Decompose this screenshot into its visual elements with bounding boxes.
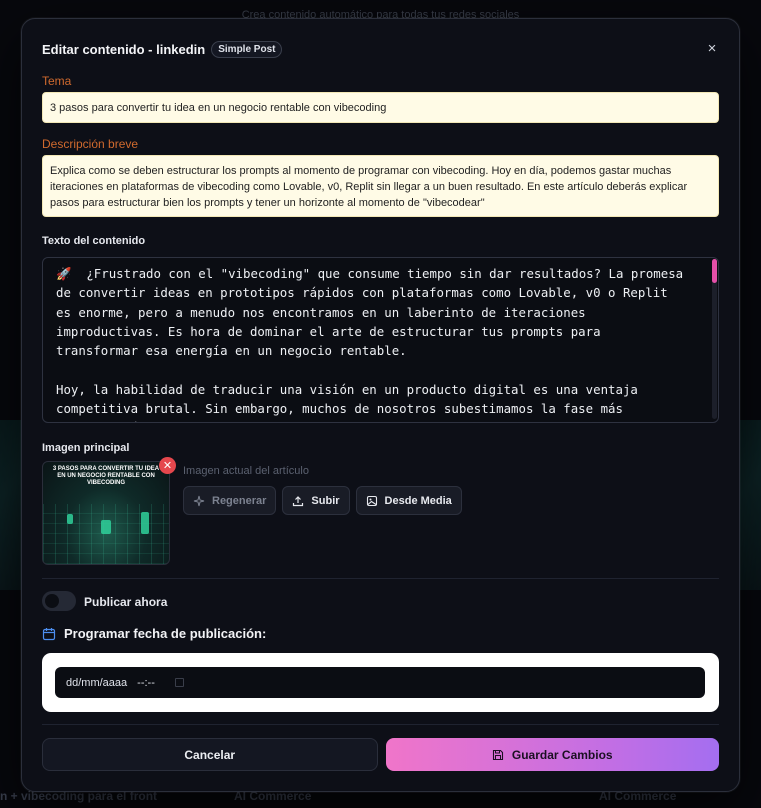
publish-now-label: Publicar ahora	[84, 595, 168, 609]
footer-divider	[42, 724, 719, 725]
regenerate-label: Regenerar	[212, 494, 267, 507]
remove-image-button[interactable]: ✕	[159, 457, 176, 474]
modal-header: Editar contenido - linkedin Simple Post …	[42, 39, 719, 59]
contenido-scrollbar-thumb[interactable]	[712, 259, 717, 283]
modal-title: Editar contenido - linkedin	[42, 41, 206, 57]
contenido-textarea[interactable]: 🚀 ¿Frustrado con el "vibecoding" que con…	[42, 257, 719, 423]
contenido-label: Texto del contenido	[42, 235, 146, 247]
thumbnail-grid	[43, 504, 169, 564]
date-placeholder: dd/mm/aaaa	[66, 676, 128, 689]
save-button[interactable]: Guardar Cambios	[385, 738, 719, 771]
regenerate-button[interactable]: Regenerar	[183, 486, 277, 515]
contenido-scrollbar-track[interactable]	[712, 259, 717, 419]
background-image-right	[737, 420, 761, 590]
save-icon	[492, 749, 503, 760]
schedule-date-container: dd/mm/aaaa --:--	[42, 653, 719, 712]
from-media-button[interactable]: Desde Media	[355, 486, 462, 515]
schedule-row: Programar fecha de publicación:	[42, 626, 266, 641]
edit-content-modal: Editar contenido - linkedin Simple Post …	[21, 18, 740, 792]
close-icon[interactable]: ×	[703, 39, 721, 57]
main-image-thumbnail: 3 PASOS PARA CONVERTIR TU IDEA EN UN NEG…	[42, 461, 170, 565]
calendar-picker-icon[interactable]	[174, 678, 184, 687]
descripcion-label: Descripción breve	[42, 137, 139, 151]
time-placeholder: --:--	[137, 676, 155, 689]
post-type-badge: Simple Post	[211, 40, 283, 58]
tema-label: Tema	[42, 74, 72, 88]
schedule-label: Programar fecha de publicación:	[64, 626, 267, 641]
upload-button[interactable]: Subir	[282, 486, 350, 515]
cancel-button[interactable]: Cancelar	[42, 738, 378, 771]
thumbnail-caption: 3 PASOS PARA CONVERTIR TU IDEA EN UN NEG…	[52, 466, 160, 486]
modal-footer: Cancelar Guardar Cambios	[42, 738, 719, 771]
imagen-label: Imagen principal	[42, 442, 130, 454]
descripcion-textarea[interactable]: Explica como se deben estructurar los pr…	[42, 155, 719, 217]
section-divider	[42, 578, 719, 579]
datetime-input[interactable]: dd/mm/aaaa --:--	[55, 667, 705, 698]
from-media-label: Desde Media	[384, 494, 452, 507]
thumbnail-icon	[141, 512, 149, 534]
upload-icon	[293, 495, 304, 506]
image-current-label: Imagen actual del artículo	[183, 465, 309, 477]
toggle-knob	[45, 594, 59, 608]
save-label: Guardar Cambios	[511, 747, 613, 762]
image-actions: Regenerar Subir Desde Media	[183, 486, 462, 515]
thumbnail-icon	[101, 520, 111, 534]
image-icon	[366, 495, 377, 506]
calendar-icon	[42, 627, 56, 640]
upload-label: Subir	[311, 494, 340, 507]
thumbnail-icon	[67, 514, 73, 524]
sparkles-icon	[193, 495, 205, 506]
publish-now-toggle[interactable]	[42, 591, 76, 611]
tema-input[interactable]: 3 pasos para convertir tu idea en un neg…	[42, 92, 719, 123]
